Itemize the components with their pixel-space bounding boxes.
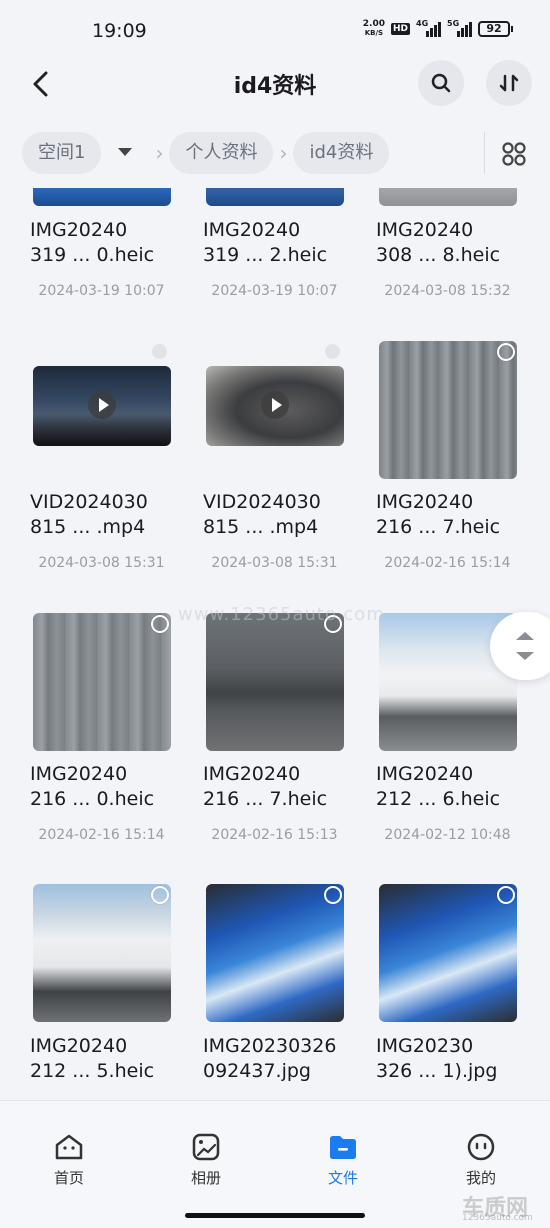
file-date: 2024-03-19 10:07 <box>211 283 338 299</box>
brand-watermark-url: 12365auto.com <box>462 1213 533 1223</box>
file-thumbnail[interactable] <box>206 884 344 1022</box>
battery-icon: 92 <box>478 21 513 37</box>
file-thumbnail[interactable] <box>206 188 344 206</box>
file-name: IMG20240 212 ... 6.heic <box>376 763 501 810</box>
file-date: 2024-03-19 10:07 <box>38 283 165 299</box>
select-circle[interactable] <box>151 886 169 904</box>
signal-4g-icon: 4G <box>416 19 441 37</box>
watermark: www.12365auto.com <box>178 604 385 625</box>
status-icons: 2.00 KB/S HD 4G 5G 92 <box>362 19 513 38</box>
select-dot[interactable] <box>325 344 340 359</box>
signal-5g-icon: 5G <box>447 19 472 37</box>
file-thumbnail[interactable] <box>206 613 344 751</box>
play-icon <box>88 391 116 419</box>
file-date: 2024-03-08 15:31 <box>38 555 165 571</box>
file-thumbnail[interactable] <box>379 341 517 479</box>
page-title: id4资料 <box>233 74 317 99</box>
folder-icon <box>330 1136 356 1159</box>
video-thumbnail[interactable] <box>33 366 171 446</box>
home-icon <box>55 1134 83 1160</box>
file-name: VID2024030 815 ... .mp4 <box>203 491 321 538</box>
breadcrumb-item-current[interactable]: id4资料 <box>293 132 390 174</box>
chevron-right-icon: › <box>279 141 288 165</box>
breadcrumb-divider <box>484 132 485 174</box>
file-name: IMG20240 216 ... 7.heic <box>376 491 501 538</box>
profile-icon <box>467 1133 495 1161</box>
file-name: IMG20230326 092437.jpg <box>203 1035 337 1082</box>
status-time: 19:09 <box>92 20 147 42</box>
scroll-jump-button[interactable] <box>490 612 550 680</box>
video-thumbnail[interactable] <box>206 366 344 446</box>
nav-home[interactable]: 首页 <box>29 1131 109 1188</box>
file-name: IMG20240 216 ... 0.heic <box>30 763 155 810</box>
hd-voice-icon: HD <box>390 23 410 35</box>
chevron-down-icon[interactable] <box>115 145 135 161</box>
breadcrumb: 空间1 › 个人资料 › id4资料 <box>22 132 550 174</box>
file-name: IMG20240 216 ... 7.heic <box>203 763 328 810</box>
nav-files[interactable]: 文件 <box>303 1131 383 1188</box>
file-name: IMG20240 308 ... 8.heic <box>376 219 501 266</box>
file-thumbnail[interactable] <box>33 884 171 1022</box>
select-circle[interactable] <box>497 343 515 361</box>
status-bar: 19:09 2.00 KB/S HD 4G 5G 92 <box>0 0 550 62</box>
file-thumbnail[interactable] <box>33 188 171 206</box>
sort-button[interactable] <box>486 60 532 106</box>
chevron-right-icon: › <box>155 141 164 165</box>
file-grid: IMG20240 319 ... 0.heic 2024-03-19 10:07 … <box>0 188 550 1100</box>
nav-profile[interactable]: 我的 <box>441 1131 521 1188</box>
network-speed: 2.00 KB/S <box>362 19 385 38</box>
select-circle[interactable] <box>324 886 342 904</box>
file-name: IMG20240 319 ... 0.heic <box>30 219 155 266</box>
file-date: 2024-02-12 10:48 <box>384 827 511 843</box>
grid-view-icon[interactable] <box>500 140 528 168</box>
file-name: IMG20240 212 ... 5.heic <box>30 1035 155 1082</box>
select-circle[interactable] <box>497 886 515 904</box>
nav-album[interactable]: 相册 <box>166 1131 246 1188</box>
file-date: 2024-02-16 15:14 <box>38 827 165 843</box>
file-thumbnail[interactable] <box>379 188 517 206</box>
search-icon <box>431 73 451 93</box>
file-date: 2024-02-16 15:13 <box>211 827 338 843</box>
file-name: IMG20230 326 ... 1).jpg <box>376 1035 498 1082</box>
breadcrumb-root[interactable]: 空间1 <box>22 132 102 174</box>
home-indicator[interactable] <box>185 1213 365 1218</box>
file-name: VID2024030 815 ... .mp4 <box>30 491 148 538</box>
scroll-up-down-icon <box>516 632 534 660</box>
sort-icon <box>499 74 519 92</box>
file-date: 2024-03-08 15:31 <box>211 555 338 571</box>
select-dot[interactable] <box>152 344 167 359</box>
file-date: 2024-03-08 15:32 <box>384 283 511 299</box>
album-icon <box>192 1133 220 1161</box>
play-icon <box>261 391 289 419</box>
breadcrumb-item[interactable]: 个人资料 <box>169 132 274 174</box>
select-circle[interactable] <box>151 615 169 633</box>
file-name: IMG20240 319 ... 2.heic <box>203 219 328 266</box>
file-thumbnail[interactable] <box>33 613 171 751</box>
file-thumbnail[interactable] <box>379 884 517 1022</box>
search-button[interactable] <box>418 60 464 106</box>
file-date: 2024-02-16 15:14 <box>384 555 511 571</box>
title-bar: id4资料 <box>0 60 550 108</box>
